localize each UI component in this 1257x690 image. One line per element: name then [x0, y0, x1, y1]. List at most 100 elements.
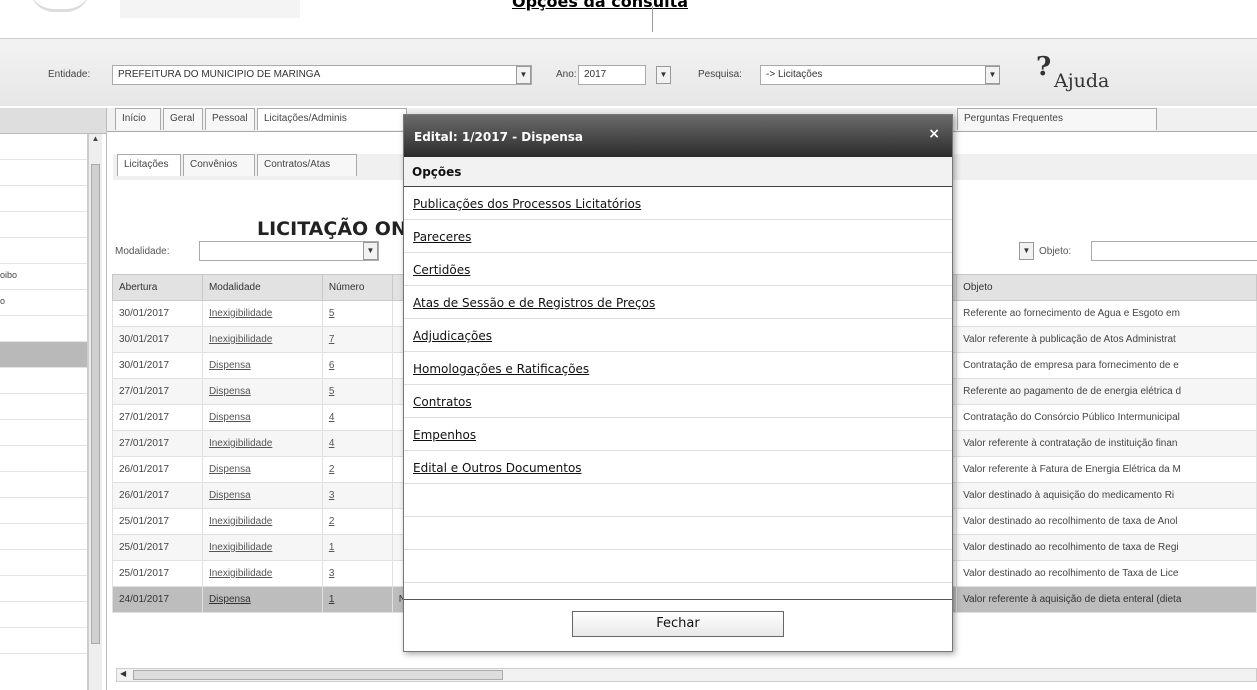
- cell-abertura: 30/01/2017: [112, 326, 203, 353]
- sidebar-item[interactable]: o: [0, 290, 87, 316]
- subtab-contratos[interactable]: Contratos/Atas: [257, 154, 357, 176]
- tab-perguntas[interactable]: Perguntas Frequentes: [957, 108, 1157, 130]
- table-horizontal-scrollbar[interactable]: ◀: [116, 668, 1257, 682]
- tab-inicio[interactable]: Início: [115, 108, 161, 130]
- subtab-licitacoes[interactable]: Licitações: [117, 154, 181, 176]
- cell-modalidade-link[interactable]: Dispensa: [201, 456, 323, 483]
- scrollbar-thumb[interactable]: [133, 670, 503, 680]
- cell-objeto: Contratação de empresa para fornecimento…: [956, 352, 1257, 379]
- sidebar-item[interactable]: [0, 368, 87, 394]
- scroll-left-icon[interactable]: ◀: [120, 669, 126, 678]
- modalidade-select[interactable]: [199, 241, 379, 261]
- objeto-input[interactable]: [1091, 241, 1257, 261]
- fechar-button[interactable]: Fechar: [572, 611, 784, 637]
- cell-modalidade-link[interactable]: Dispensa: [201, 404, 323, 431]
- sidebar-item[interactable]: [0, 212, 87, 238]
- sidebar-item[interactable]: oibo: [0, 264, 87, 290]
- help-icon[interactable]: ?: [1036, 52, 1051, 82]
- sidebar-item[interactable]: [0, 472, 87, 498]
- modalidade-dropdown-button[interactable]: ▼: [363, 242, 378, 260]
- left-nav-scrollbar[interactable]: ▲: [88, 134, 102, 690]
- sidebar-item[interactable]: [0, 238, 87, 264]
- cell-modalidade-link[interactable]: Dispensa: [201, 586, 323, 613]
- tab-geral[interactable]: Geral: [163, 108, 203, 130]
- entidade-select[interactable]: PREFEITURA DO MUNICIPIO DE MARINGA: [112, 65, 532, 85]
- sidebar-item[interactable]: [0, 550, 87, 576]
- option-row: Pareceres: [404, 220, 952, 253]
- cell-numero-link[interactable]: 7: [321, 326, 393, 353]
- cell-numero-link[interactable]: 3: [321, 560, 393, 587]
- dialog-section-label: Opções: [404, 157, 952, 187]
- situacao-dropdown-button[interactable]: ▼: [1019, 242, 1034, 260]
- cell-numero-link[interactable]: 3: [321, 482, 393, 509]
- sidebar-item[interactable]: [0, 524, 87, 550]
- option-row: Empenhos: [404, 418, 952, 451]
- cell-numero-link[interactable]: 2: [321, 456, 393, 483]
- option-link[interactable]: Adjudicações: [413, 329, 492, 343]
- cell-modalidade-link[interactable]: Dispensa: [201, 378, 323, 405]
- scrollbar-thumb[interactable]: [91, 164, 100, 644]
- close-icon[interactable]: ×: [928, 126, 940, 142]
- tab-pessoal[interactable]: Pessoal: [205, 108, 255, 130]
- option-link[interactable]: Certidões: [413, 263, 470, 277]
- sidebar-item[interactable]: [0, 342, 87, 368]
- sidebar-item[interactable]: [0, 420, 87, 446]
- header-divider: [652, 6, 653, 32]
- sidebar-item[interactable]: [0, 446, 87, 472]
- cell-modalidade-link[interactable]: Dispensa: [201, 352, 323, 379]
- sidebar-item[interactable]: [0, 576, 87, 602]
- option-link[interactable]: Edital e Outros Documentos: [413, 461, 582, 475]
- column-header-abertura[interactable]: Abertura: [112, 274, 203, 301]
- empty-option-row: [404, 550, 952, 583]
- column-header-numero[interactable]: Número: [321, 274, 393, 301]
- option-link[interactable]: Contratos: [413, 395, 472, 409]
- sidebar-item[interactable]: [0, 628, 87, 654]
- sidebar-item[interactable]: [0, 498, 87, 524]
- ano-select[interactable]: 2017: [578, 65, 646, 85]
- pesquisa-dropdown-button[interactable]: ▼: [985, 66, 1000, 84]
- options-list: Publicações dos Processos Licitatórios Pa…: [404, 187, 952, 616]
- cell-objeto: Referente ao pagamento de de energia elé…: [956, 378, 1257, 405]
- entidade-dropdown-button[interactable]: ▼: [516, 66, 531, 84]
- option-link[interactable]: Empenhos: [413, 428, 476, 442]
- sidebar-item[interactable]: [0, 186, 87, 212]
- sidebar-item[interactable]: [0, 134, 87, 160]
- sidebar-item[interactable]: [0, 160, 87, 186]
- cell-objeto: Contratação do Consórcio Público Intermu…: [956, 404, 1257, 431]
- cell-modalidade-link[interactable]: Dispensa: [201, 482, 323, 509]
- option-link[interactable]: Atas de Sessão e de Registros de Preços: [413, 296, 655, 310]
- cell-numero-link[interactable]: 4: [321, 430, 393, 457]
- cell-modalidade-link[interactable]: Inexigibilidade: [201, 534, 323, 561]
- sidebar-item[interactable]: [0, 316, 87, 342]
- cell-modalidade-link[interactable]: Inexigibilidade: [201, 326, 323, 353]
- cell-objeto: Valor referente à aquisição de dieta ent…: [956, 586, 1257, 613]
- option-link[interactable]: Pareceres: [413, 230, 471, 244]
- option-link[interactable]: Homologações e Ratificações: [413, 362, 589, 376]
- ano-dropdown-button[interactable]: ▼: [656, 66, 671, 84]
- cell-numero-link[interactable]: 1: [321, 534, 393, 561]
- options-dialog: Edital: 1/2017 - Dispensa × Opções Publi…: [403, 114, 953, 652]
- cell-numero-link[interactable]: 5: [321, 378, 393, 405]
- cell-numero-link[interactable]: 2: [321, 508, 393, 535]
- cell-objeto: Valor destinado ao recolhimento de taxa …: [956, 508, 1257, 535]
- cell-modalidade-link[interactable]: Inexigibilidade: [201, 300, 323, 327]
- cell-numero-link[interactable]: 5: [321, 300, 393, 327]
- tab-licitacoes[interactable]: Licitações/Adminis: [257, 108, 407, 130]
- cell-modalidade-link[interactable]: Inexigibilidade: [201, 560, 323, 587]
- scroll-up-icon[interactable]: ▲: [89, 134, 102, 148]
- subtab-convenios[interactable]: Convênios: [183, 154, 255, 176]
- option-link[interactable]: Publicações dos Processos Licitatórios: [413, 197, 641, 211]
- cell-numero-link[interactable]: 4: [321, 404, 393, 431]
- cell-modalidade-link[interactable]: Inexigibilidade: [201, 430, 323, 457]
- cell-numero-link[interactable]: 1: [321, 586, 393, 613]
- cell-numero-link[interactable]: 6: [321, 352, 393, 379]
- help-link[interactable]: Ajuda: [1054, 70, 1109, 92]
- column-header-objeto[interactable]: Objeto: [956, 274, 1257, 301]
- sidebar-item[interactable]: [0, 394, 87, 420]
- cell-modalidade-link[interactable]: Inexigibilidade: [201, 508, 323, 535]
- dialog-header: Edital: 1/2017 - Dispensa ×: [404, 115, 952, 157]
- column-header-modalidade[interactable]: Modalidade: [201, 274, 323, 301]
- pesquisa-select[interactable]: -> Licitações: [760, 65, 1000, 85]
- sidebar-item[interactable]: [0, 602, 87, 628]
- ano-label: Ano:: [556, 69, 577, 80]
